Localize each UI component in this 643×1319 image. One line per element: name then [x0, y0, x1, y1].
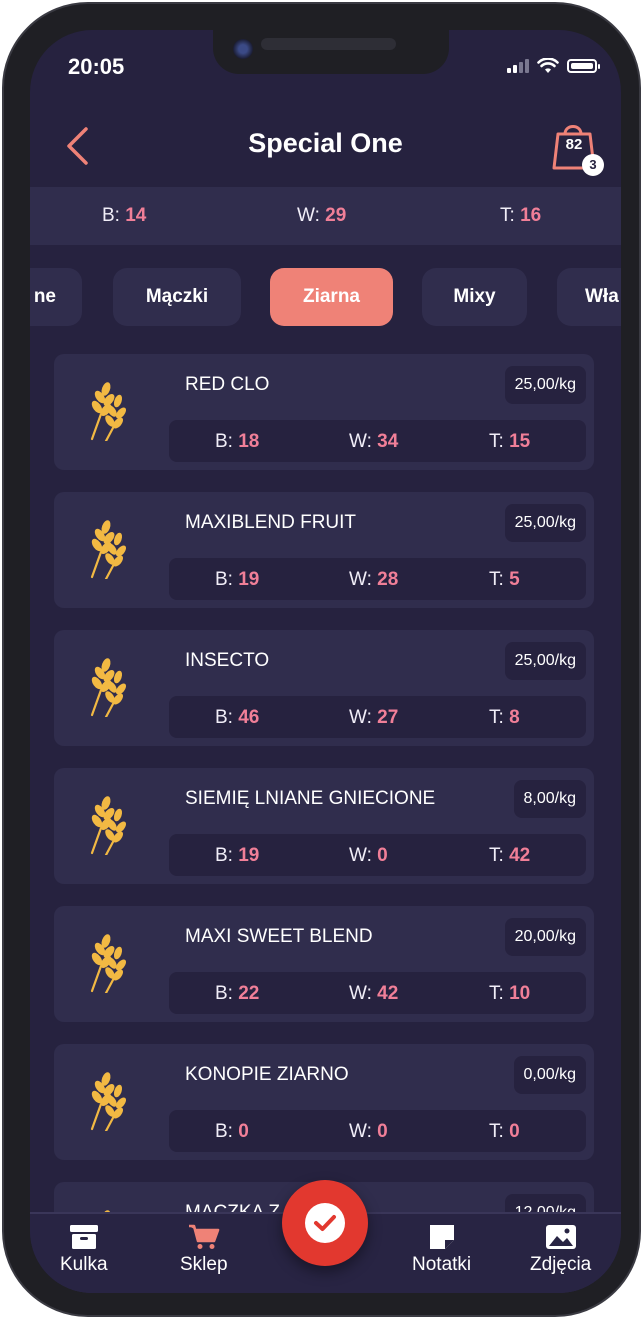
stat-t: T: 5	[489, 569, 520, 590]
nav-zdjecia[interactable]: Zdjęcia	[530, 1224, 591, 1276]
wheat-icon	[86, 519, 130, 581]
wheat-icon	[86, 1071, 130, 1133]
stat-w: W: 28	[349, 569, 399, 590]
tab-mixy[interactable]: Mixy	[422, 268, 527, 326]
basket-badge: 3	[582, 154, 604, 176]
camera	[233, 39, 253, 59]
archive-icon	[69, 1225, 98, 1249]
product-name: MAXI SWEET BLEND	[185, 926, 373, 947]
product-stats: B: 0 W: 0 T: 0	[169, 1110, 586, 1152]
product-card[interactable]: INSECTO 25,00/kg B: 46 W: 27 T: 8	[54, 630, 594, 746]
tab-partial-right[interactable]: Wła	[557, 268, 621, 326]
tab-ziarna[interactable]: Ziarna	[270, 268, 393, 326]
product-name: KONOPIE ZIARNO	[185, 1064, 349, 1085]
stat-b: B: 22	[215, 983, 260, 1004]
stat-b: B: 19	[215, 845, 260, 866]
product-price: 25,00/kg	[504, 504, 586, 542]
stat-t: T: 15	[489, 431, 531, 452]
basket-button[interactable]: 82 3	[550, 120, 604, 180]
nav-kulka[interactable]: Kulka	[60, 1224, 108, 1276]
product-price: 25,00/kg	[504, 366, 586, 404]
product-card[interactable]: SIEMIĘ LNIANE GNIECIONE 8,00/kg B: 19 W: 0 T…	[54, 768, 594, 884]
status-icons	[507, 58, 600, 74]
nav-notatki-label: Notatki	[412, 1254, 472, 1275]
nav-zdjecia-label: Zdjęcia	[530, 1254, 592, 1275]
nav-notatki[interactable]: Notatki	[412, 1224, 471, 1276]
stat-t: T: 0	[489, 1121, 520, 1142]
wifi-icon	[537, 58, 559, 73]
basket-count: 82	[565, 136, 583, 153]
battery-icon	[567, 59, 600, 73]
stat-b: B: 19	[215, 569, 260, 590]
summary-t: T: 16	[500, 205, 542, 226]
product-name: INSECTO	[185, 650, 270, 671]
product-stats: B: 18 W: 34 T: 15	[169, 420, 586, 462]
shopping-cart-icon	[188, 1224, 220, 1249]
product-card[interactable]: MAXI SWEET BLEND 20,00/kg B: 22 W: 42 T: 10	[54, 906, 594, 1022]
stat-b: B: 0	[215, 1121, 249, 1142]
signal-icon	[507, 59, 529, 73]
stat-w: W: 0	[349, 845, 388, 866]
nav-kulka-label: Kulka	[60, 1254, 108, 1275]
category-tabs: ne Mączki Ziarna Mixy Wła	[30, 268, 621, 328]
page-title: Special One	[248, 128, 403, 158]
tab-partial-left[interactable]: ne	[30, 268, 82, 326]
product-price: 25,00/kg	[504, 642, 586, 680]
product-price: 8,00/kg	[513, 780, 586, 818]
image-icon	[545, 1225, 576, 1249]
product-card[interactable]: MAXIBLEND FRUIT 25,00/kg B: 19 W: 28 T: 5	[54, 492, 594, 608]
nav-sklep-label: Sklep	[180, 1254, 228, 1275]
product-stats: B: 19 W: 28 T: 5	[169, 558, 586, 600]
wheat-icon	[86, 795, 130, 857]
stat-w: W: 27	[349, 707, 399, 728]
stat-t: T: 42	[489, 845, 531, 866]
app-screen: 20:05 Special One 82 3 B: 14 W: 29 T: 16…	[30, 30, 621, 1293]
stat-t: T: 8	[489, 707, 520, 728]
stat-w: W: 34	[349, 431, 399, 452]
product-price: 20,00/kg	[504, 918, 586, 956]
wheat-icon	[86, 381, 130, 443]
speaker	[261, 38, 396, 50]
product-name: RED CLO	[185, 374, 270, 395]
product-card[interactable]: RED CLO 25,00/kg B: 18 W: 34 T: 15	[54, 354, 594, 470]
product-stats: B: 46 W: 27 T: 8	[169, 696, 586, 738]
stat-t: T: 10	[489, 983, 531, 1004]
product-price: 0,00/kg	[513, 1056, 586, 1094]
product-name: MAXIBLEND FRUIT	[185, 512, 357, 533]
wheat-icon	[86, 657, 130, 719]
summary-w: W: 29	[297, 205, 347, 226]
stat-b: B: 18	[215, 431, 260, 452]
summary-bar: B: 14 W: 29 T: 16	[30, 187, 621, 245]
confirm-fab[interactable]	[282, 1180, 368, 1266]
product-name: SIEMIĘ LNIANE GNIECIONE	[185, 788, 436, 809]
status-time: 20:05	[68, 54, 125, 79]
stat-b: B: 46	[215, 707, 260, 728]
summary-b: B: 14	[102, 205, 147, 226]
nav-sklep[interactable]: Sklep	[180, 1224, 228, 1276]
product-stats: B: 22 W: 42 T: 10	[169, 972, 586, 1014]
note-icon	[429, 1225, 454, 1249]
check-circle-icon	[305, 1203, 345, 1243]
phone-frame: 20:05 Special One 82 3 B: 14 W: 29 T: 16…	[2, 2, 641, 1317]
wheat-icon	[86, 933, 130, 995]
product-stats: B: 19 W: 0 T: 42	[169, 834, 586, 876]
tab-maczki[interactable]: Mączki	[113, 268, 241, 326]
product-card[interactable]: KONOPIE ZIARNO 0,00/kg B: 0 W: 0 T: 0	[54, 1044, 594, 1160]
stat-w: W: 0	[349, 1121, 388, 1142]
stat-w: W: 42	[349, 983, 399, 1004]
